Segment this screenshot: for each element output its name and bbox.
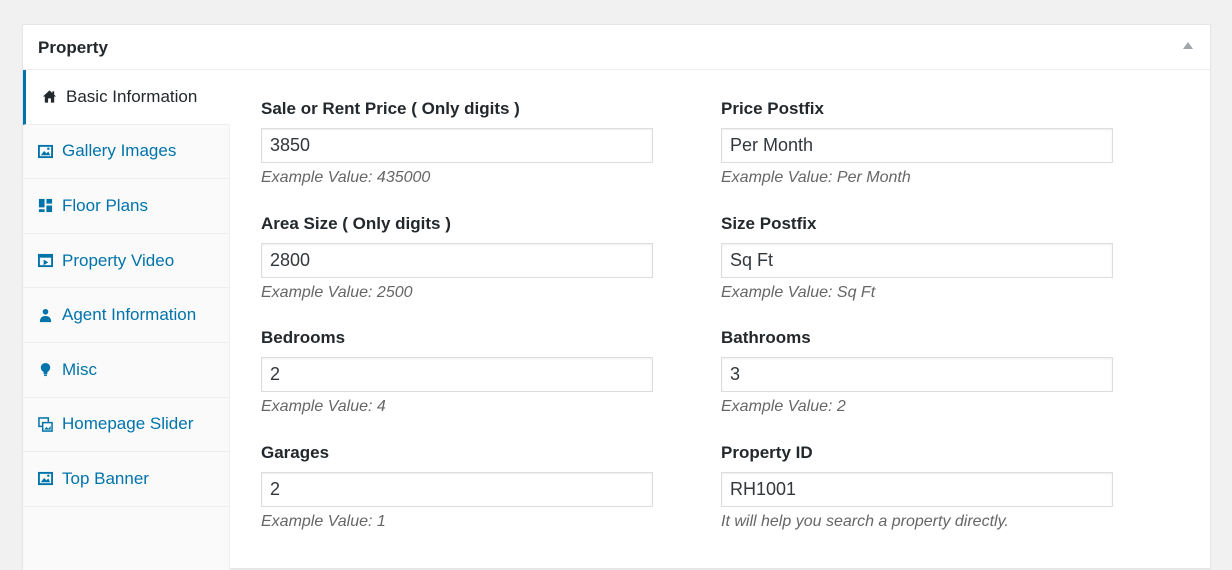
- property-metabox: Property Basic Information Gallery Image…: [22, 24, 1211, 570]
- bathrooms-label: Bathrooms: [721, 328, 811, 347]
- home-icon: [41, 88, 58, 105]
- garages-description: Example Value: 1: [261, 512, 386, 530]
- size-postfix-label: Size Postfix: [721, 213, 817, 233]
- tab-agent-information[interactable]: Agent Information: [23, 288, 229, 343]
- price-description: Example Value: 435000: [261, 169, 431, 186]
- bedrooms-description: Example Value: 4: [261, 398, 386, 415]
- tab-basic-information[interactable]: Basic Information: [23, 70, 230, 125]
- price-postfix-label: Price Postfix: [721, 99, 824, 118]
- garages-label: Garages: [261, 442, 330, 462]
- area-input[interactable]: [261, 242, 653, 278]
- bathrooms-field: Bathrooms Example Value: 2: [721, 314, 1181, 429]
- slider-icon: [37, 416, 54, 433]
- bathrooms-description: Example Value: 2: [721, 398, 846, 415]
- tab-top-banner[interactable]: Top Banner: [23, 452, 229, 507]
- tab-floor-plans[interactable]: Floor Plans: [23, 179, 229, 234]
- bathrooms-input[interactable]: [721, 357, 1113, 392]
- tab-label: Agent Information: [62, 305, 197, 325]
- banner-image-icon: [37, 470, 54, 487]
- field-row: Area Size ( Only digits ) Example Value:…: [261, 200, 1181, 315]
- price-postfix-field: Price Postfix Example Value: Per Month: [721, 85, 1181, 200]
- area-label: Area Size ( Only digits ): [261, 213, 451, 233]
- property-id-field: Property ID It will help you search a pr…: [721, 429, 1181, 544]
- field-row: Sale or Rent Price ( Only digits ) Examp…: [261, 85, 1181, 200]
- tab-label: Misc: [62, 359, 97, 379]
- tab-property-video[interactable]: Property Video: [23, 234, 229, 289]
- garages-field: Garages Example Value: 1: [261, 429, 721, 544]
- metabox-title: Property: [38, 38, 108, 57]
- tab-label: Floor Plans: [62, 195, 148, 215]
- tab-gallery-images[interactable]: Gallery Images: [23, 125, 229, 180]
- basic-information-panel: Sale or Rent Price ( Only digits ) Examp…: [261, 85, 1181, 543]
- collapse-toggle-icon[interactable]: [1183, 42, 1193, 49]
- size-postfix-description: Example Value: Sq Ft: [721, 283, 876, 301]
- field-row: Bedrooms Example Value: 4 Bathrooms Exam…: [261, 314, 1181, 429]
- bedrooms-field: Bedrooms Example Value: 4: [261, 314, 721, 429]
- video-icon: [37, 252, 54, 269]
- tab-label: Gallery Images: [62, 141, 177, 161]
- metabox-header: Property: [23, 25, 1210, 70]
- tab-label: Top Banner: [62, 468, 149, 488]
- price-label: Sale or Rent Price ( Only digits ): [261, 99, 520, 118]
- property-id-description: It will help you search a property direc…: [721, 512, 1009, 530]
- gallery-icon: [37, 143, 54, 160]
- lightbulb-icon: [37, 361, 54, 378]
- agent-icon: [37, 307, 54, 324]
- tab-misc[interactable]: Misc: [23, 343, 229, 398]
- price-postfix-description: Example Value: Per Month: [721, 169, 911, 186]
- bedrooms-label: Bedrooms: [261, 328, 346, 347]
- area-description: Example Value: 2500: [261, 283, 413, 301]
- garages-input[interactable]: [261, 471, 653, 507]
- tab-label: Homepage Slider: [62, 414, 194, 434]
- tab-label: Basic Information: [66, 86, 198, 106]
- tab-list: Basic Information Gallery Images Floor P…: [23, 70, 230, 570]
- area-field: Area Size ( Only digits ) Example Value:…: [261, 200, 721, 315]
- price-input[interactable]: [261, 128, 653, 163]
- property-id-label: Property ID: [721, 442, 813, 462]
- tab-label: Property Video: [62, 250, 175, 270]
- field-row: Garages Example Value: 1 Property ID It …: [261, 429, 1181, 544]
- tab-homepage-slider[interactable]: Homepage Slider: [23, 398, 229, 453]
- size-postfix-field: Size Postfix Example Value: Sq Ft: [721, 200, 1181, 315]
- price-postfix-input[interactable]: [721, 128, 1113, 163]
- property-id-input[interactable]: [721, 471, 1113, 507]
- size-postfix-input[interactable]: [721, 242, 1113, 278]
- price-field: Sale or Rent Price ( Only digits ) Examp…: [261, 85, 721, 200]
- bedrooms-input[interactable]: [261, 357, 653, 392]
- floor-plan-icon: [37, 197, 54, 214]
